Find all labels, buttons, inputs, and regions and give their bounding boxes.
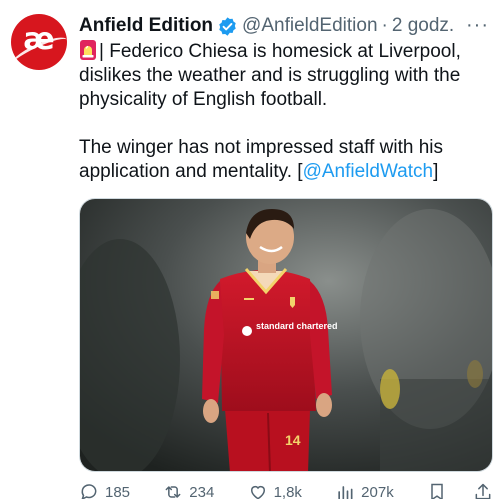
more-options-icon[interactable]: ··· xyxy=(466,14,489,37)
player-photo: 14 standard chartered xyxy=(80,199,492,471)
reply-count: 185 xyxy=(105,483,131,499)
reply-button[interactable]: 185 xyxy=(79,482,130,499)
views-icon xyxy=(338,486,353,499)
account-handle[interactable]: @AnfieldEdition xyxy=(242,15,377,37)
repost-count: 234 xyxy=(189,483,215,499)
tweet-paragraph-1: | Federico Chiesa is homesick at Liverpo… xyxy=(79,40,493,112)
views-count: 207k xyxy=(361,483,394,499)
display-name[interactable]: Anfield Edition xyxy=(79,15,213,37)
avatar-logo: æ xyxy=(23,22,55,57)
share-icon[interactable] xyxy=(473,482,493,499)
jersey-sponsor-text: standard chartered xyxy=(256,321,338,331)
timestamp[interactable]: 2 godz. xyxy=(392,15,454,37)
views-button[interactable]: 207k xyxy=(335,482,394,499)
shirt-number: 14 xyxy=(285,432,301,448)
tweet-header: Anfield Edition @AnfieldEdition · 2 godz… xyxy=(79,14,493,38)
siren-icon xyxy=(79,40,97,60)
bookmark-icon[interactable] xyxy=(427,482,447,499)
avatar[interactable]: æ xyxy=(11,14,67,70)
tweet-text: | Federico Chiesa is homesick at Liverpo… xyxy=(79,40,493,184)
like-button[interactable]: 1,8k xyxy=(248,482,302,499)
mention-link[interactable]: @AnfieldWatch xyxy=(303,161,434,182)
reply-icon xyxy=(81,484,97,499)
separator-dot: · xyxy=(381,15,388,36)
paragraph-2-suffix: ] xyxy=(433,161,439,182)
tweet[interactable]: æ Anfield Edition @AnfieldEdition · 2 go… xyxy=(0,0,503,499)
paragraph-1-text: | Federico Chiesa is homesick at Liverpo… xyxy=(79,41,461,110)
like-count: 1,8k xyxy=(273,483,302,499)
tweet-media-photo[interactable]: 14 standard chartered xyxy=(79,198,493,472)
verified-badge-icon xyxy=(217,16,238,37)
repost-icon xyxy=(165,486,181,498)
heart-icon xyxy=(250,485,265,499)
repost-button[interactable]: 234 xyxy=(163,482,214,499)
tweet-actions-bar: 185 234 1,8k 207k xyxy=(79,481,493,499)
tweet-paragraph-2: The winger has not impressed staff with … xyxy=(79,136,493,184)
tweet-actions-right xyxy=(427,482,493,499)
